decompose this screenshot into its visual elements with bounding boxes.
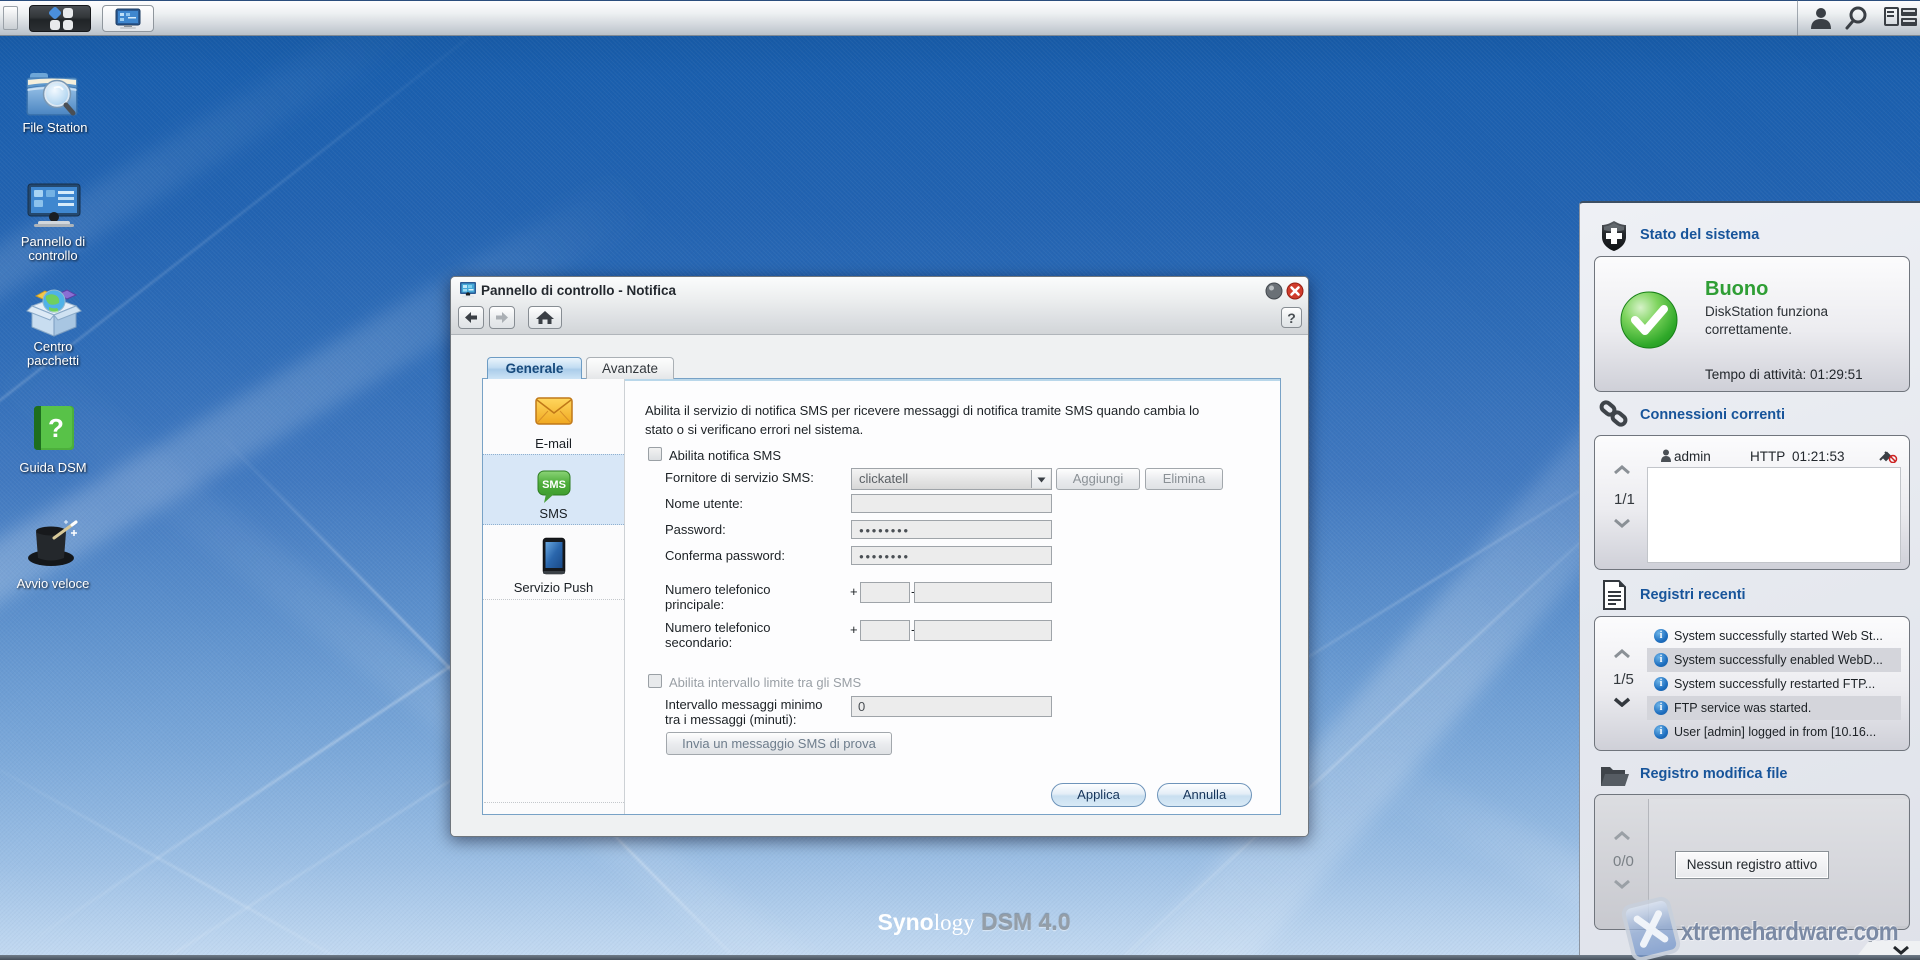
- svg-text:SMS: SMS: [542, 479, 566, 491]
- svg-text:?: ?: [48, 413, 64, 443]
